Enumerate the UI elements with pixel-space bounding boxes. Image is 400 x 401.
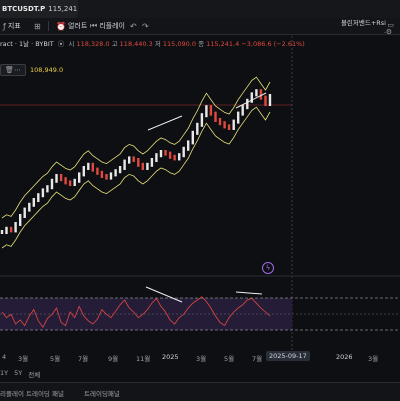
replay-trading-panel-tab[interactable]: 리플레이 트레이딩 패널 (0, 388, 64, 398)
candle (128, 156, 131, 164)
candle (46, 185, 49, 193)
trading-panel-tab[interactable]: 트레이딩패널 (84, 388, 120, 398)
candle (73, 178, 76, 186)
candle (259, 89, 263, 100)
candle (37, 193, 40, 202)
rsi-divergence-line-2 (235, 291, 263, 295)
candle (150, 158, 154, 167)
candle (109, 172, 113, 180)
candle (118, 166, 122, 174)
candle (5, 226, 8, 234)
candle (0, 230, 4, 234)
date-badge-text: 2025-09-17 (269, 352, 307, 360)
range-all[interactable]: 전체 (28, 369, 40, 379)
candle (91, 162, 94, 172)
candle (146, 162, 149, 170)
candle (191, 130, 194, 145)
candle (78, 172, 81, 183)
candle (223, 121, 226, 129)
flash-icon[interactable]: ϟ (262, 262, 274, 274)
range-selector: 1Y 5Y 전체 (0, 369, 40, 379)
candle (132, 156, 135, 162)
x-tick: 2026 (336, 353, 353, 361)
candle (205, 105, 208, 118)
x-tick: 2025 (162, 353, 179, 361)
candle (196, 122, 199, 135)
candle (123, 159, 126, 170)
bottom-panel-bar: 리플레이 트레이딩 패널 트레이딩패널 (0, 382, 400, 401)
candle (173, 154, 176, 161)
candle (64, 177, 67, 185)
candle (14, 222, 17, 233)
x-tick: 9월 (108, 355, 119, 363)
divergence-line-1 (147, 115, 183, 131)
price-chart[interactable] (0, 0, 400, 400)
candle (209, 105, 213, 116)
time-axis: 4 3월 5월 7월 9월 11월 2025 3월 5월 7월 2026 3월 (0, 350, 400, 364)
candle (155, 153, 158, 162)
candle (237, 111, 240, 124)
candle (105, 174, 108, 180)
candle (100, 170, 104, 178)
candle (141, 162, 144, 170)
crosshair-date: 2025-09-17 (266, 351, 310, 361)
x-tick: 3월 (196, 355, 207, 363)
x-tick: 3월 (18, 355, 29, 363)
candle (214, 111, 217, 122)
range-1y[interactable]: 1Y (0, 369, 8, 379)
candle (137, 158, 140, 167)
candle (250, 92, 253, 103)
candle (55, 174, 58, 183)
candle (268, 94, 272, 106)
candle (232, 119, 235, 130)
x-tick: 7월 (252, 355, 263, 363)
x-tick: 7월 (78, 355, 89, 363)
candle (23, 207, 26, 218)
x-tick: 11월 (136, 355, 151, 363)
candle (114, 169, 117, 177)
candle (264, 95, 267, 106)
candle (168, 151, 172, 159)
candle (178, 153, 181, 161)
x-tick: 5월 (224, 355, 235, 363)
candle (200, 113, 204, 127)
range-5y[interactable]: 5Y (14, 369, 22, 379)
candle (87, 162, 90, 170)
candle (59, 174, 63, 182)
candle (41, 188, 45, 198)
candle (28, 202, 31, 212)
candle (96, 167, 99, 175)
candle (227, 124, 231, 130)
candle (255, 89, 258, 97)
candle (164, 150, 167, 156)
x-tick: 4 (2, 353, 7, 361)
candle (19, 214, 22, 226)
candle (182, 146, 185, 158)
x-tick: 5월 (50, 355, 61, 363)
candle (159, 150, 163, 158)
candle (9, 226, 13, 233)
candle (82, 166, 85, 177)
candle (68, 180, 72, 186)
candle (187, 140, 190, 151)
candle (50, 178, 54, 190)
candle (241, 105, 244, 116)
candle (246, 98, 249, 110)
x-tick: 3월 (368, 355, 379, 363)
candle (218, 118, 222, 126)
candles (0, 89, 272, 234)
bollinger-bands (1, 76, 271, 249)
candle (32, 198, 35, 207)
